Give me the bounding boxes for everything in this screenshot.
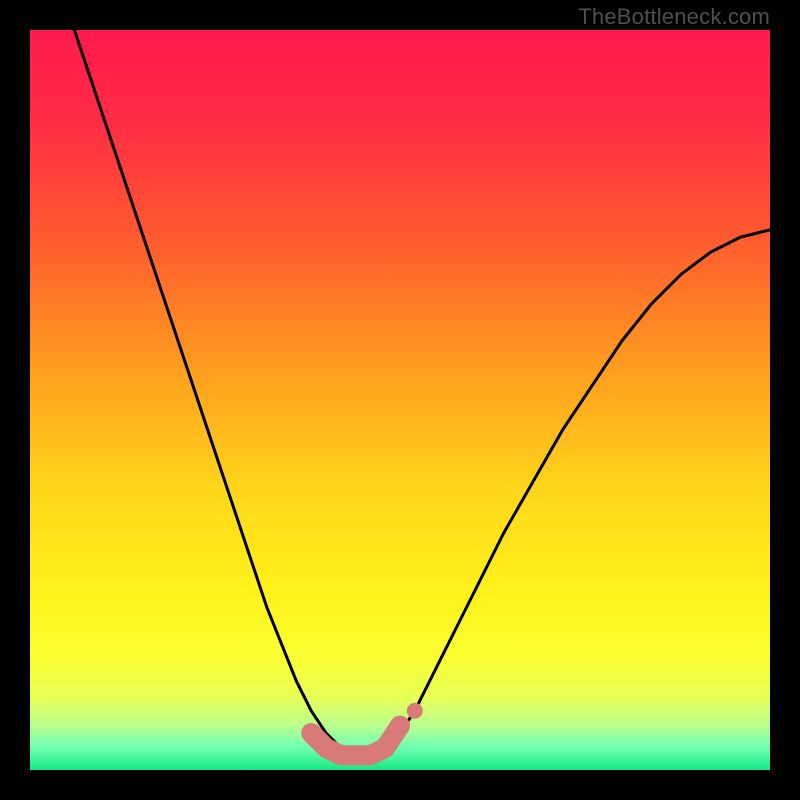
watermark-text: TheBottleneck.com [578,4,770,30]
bottleneck-curve-layer [30,30,770,770]
bottleneck-curve [74,30,770,755]
optimal-range-markers [311,703,423,755]
optimal-point-marker [407,703,423,719]
chart-frame [30,30,770,770]
